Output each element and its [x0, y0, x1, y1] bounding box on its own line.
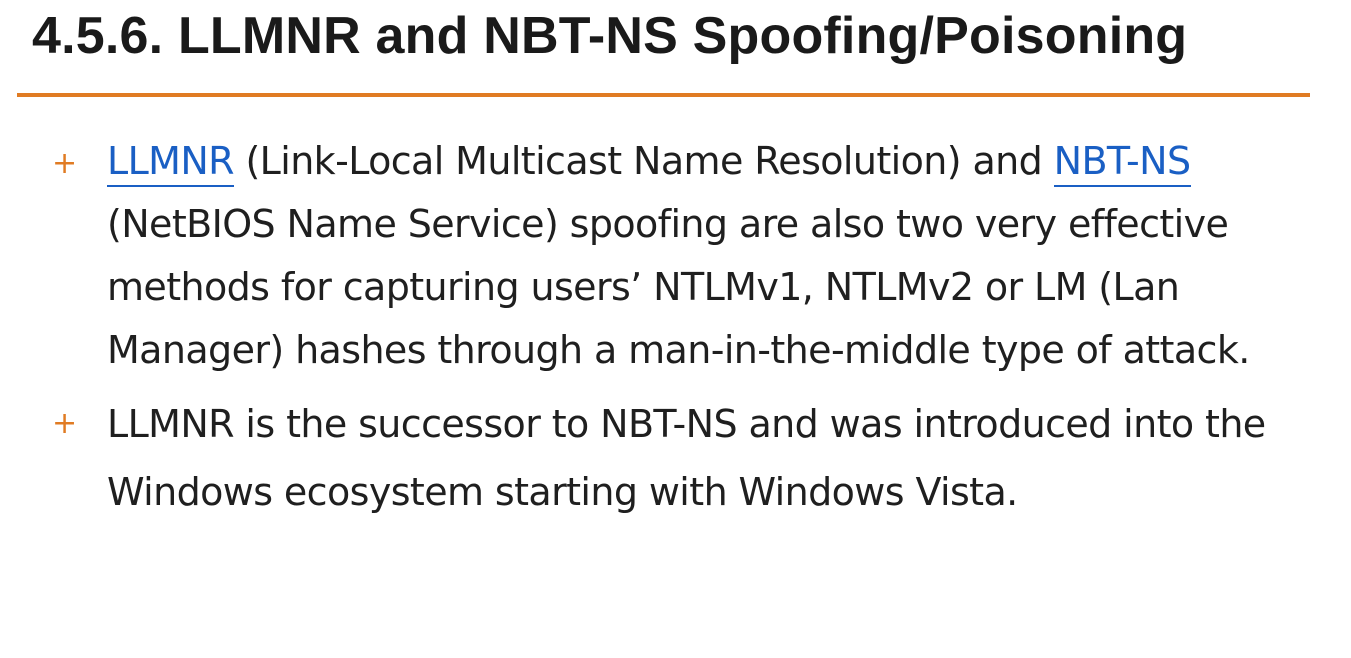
list-item: + LLMNR (Link-Local Multicast Name Resol… — [0, 130, 1287, 382]
llmnr-link[interactable]: LLMNR — [107, 139, 235, 187]
nbt-ns-link[interactable]: NBT-NS — [1053, 139, 1191, 187]
bullet-text: (NetBIOS Name Service) spoofing are also… — [107, 202, 1250, 372]
plus-bullet-icon: + — [52, 406, 77, 441]
page-title: 4.5.6. LLMNR and NBT-NS Spoofing/Poisoni… — [32, 7, 1188, 65]
title-divider — [17, 93, 1310, 97]
bullet-text: LLMNR is the successor to NBT-NS and was… — [107, 402, 1266, 514]
bullet-list: + LLMNR (Link-Local Multicast Name Resol… — [0, 130, 1351, 526]
plus-bullet-icon: + — [52, 146, 77, 181]
bullet-text: (Link-Local Multicast Name Resolution) a… — [233, 139, 1054, 183]
list-item: + LLMNR is the successor to NBT-NS and w… — [0, 390, 1287, 526]
